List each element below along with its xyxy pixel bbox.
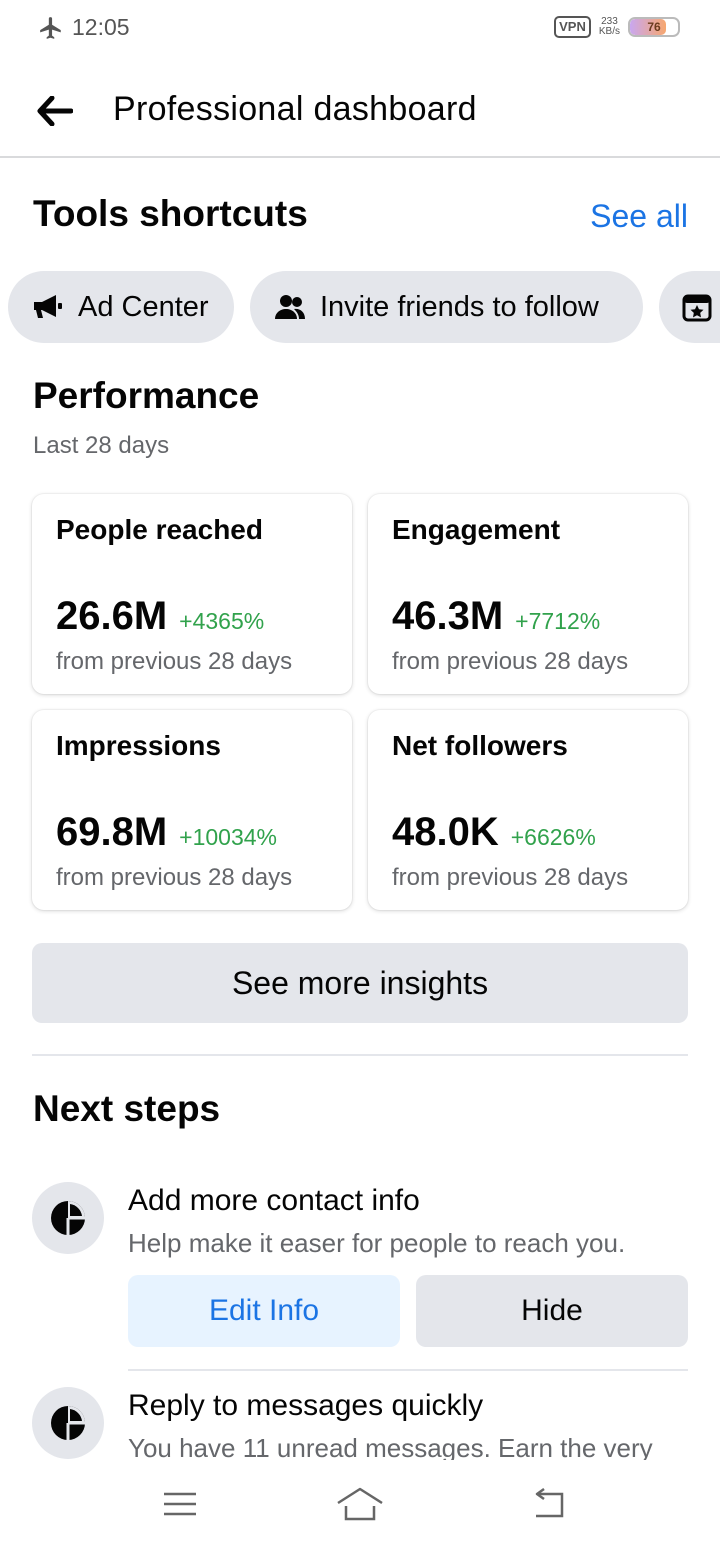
metric-card-net-followers[interactable]: Net followers 48.0K +6626% from previous…	[368, 710, 688, 910]
status-time: 12:05	[72, 14, 130, 40]
see-all-link[interactable]: See all	[590, 198, 688, 235]
menu-icon	[164, 1492, 196, 1516]
status-left: 12:05	[38, 14, 130, 41]
pie-chart-icon	[51, 1201, 85, 1235]
metric-change: +6626%	[510, 824, 596, 850]
next-steps-title: Next steps	[33, 1088, 221, 1129]
hide-button[interactable]: Hide	[416, 1275, 688, 1347]
back-nav-button[interactable]	[518, 1482, 578, 1526]
metric-comparison: from previous 28 days	[56, 648, 293, 675]
step-title: Reply to messages quickly	[128, 1389, 484, 1422]
metric-comparison: from previous 28 days	[392, 648, 629, 675]
metric-title: People reached	[56, 514, 263, 545]
metric-card-people-reached[interactable]: People reached 26.6M +4365% from previou…	[32, 494, 352, 694]
metric-comparison: from previous 28 days	[56, 864, 293, 891]
tools-shortcuts-title: Tools shortcuts	[33, 193, 308, 234]
battery-level: 76	[647, 20, 661, 34]
metric-card-engagement[interactable]: Engagement 46.3M +7712% from previous 28…	[368, 494, 688, 694]
metric-title: Impressions	[56, 730, 221, 761]
megaphone-icon	[34, 295, 62, 318]
events-chip[interactable]	[659, 271, 720, 343]
back-button[interactable]	[32, 88, 78, 134]
chip-label: Ad Center	[78, 290, 209, 323]
performance-title: Performance	[33, 375, 260, 416]
metric-change: +4365%	[179, 608, 265, 634]
arrow-left-icon	[37, 96, 73, 126]
menu-button[interactable]	[150, 1482, 210, 1526]
ad-center-chip[interactable]: Ad Center	[8, 271, 234, 343]
metric-change: +10034%	[179, 824, 278, 850]
metric-title: Engagement	[392, 514, 561, 545]
edit-info-button[interactable]: Edit Info	[128, 1275, 400, 1347]
system-nav-bar	[0, 1460, 720, 1544]
see-more-insights-button[interactable]: See more insights	[32, 943, 688, 1023]
airplane-icon	[40, 16, 61, 39]
performance-period: Last 28 days	[33, 432, 170, 459]
invite-friends-chip[interactable]: Invite friends to follow	[250, 271, 643, 343]
battery-icon: 76	[628, 17, 680, 37]
step-title: Add more contact info	[128, 1184, 420, 1217]
metric-value: 48.0K	[392, 810, 499, 854]
vpn-badge: VPN	[554, 16, 591, 38]
people-icon	[275, 295, 305, 319]
page-title: Professional dashboard	[113, 90, 477, 128]
metric-change: +7712%	[515, 608, 601, 634]
metric-value: 46.3M	[392, 594, 504, 638]
chip-label: Invite friends to follow	[320, 290, 599, 323]
calendar-star-icon	[682, 294, 712, 322]
app-header: Professional dashboard	[0, 60, 720, 158]
speed-unit: KB/s	[598, 26, 620, 37]
pie-chart-icon	[51, 1406, 85, 1440]
metric-title: Net followers	[392, 730, 568, 761]
step-icon-messages	[32, 1387, 104, 1459]
metric-comparison: from previous 28 days	[392, 864, 629, 891]
home-button[interactable]	[330, 1482, 390, 1526]
tools-chips: Ad Center Invite friends to follow	[8, 271, 720, 343]
status-bar: 12:05 VPN 233 KB/s 76	[0, 0, 720, 56]
step-description: Help make it easer for people to reach y…	[128, 1228, 626, 1258]
status-right: VPN 233 KB/s 76	[554, 16, 680, 38]
metric-value: 26.6M	[56, 594, 168, 638]
network-speed: 233 KB/s	[599, 17, 620, 37]
step-icon-contact	[32, 1182, 104, 1254]
back-icon	[535, 1488, 564, 1518]
home-icon	[337, 1487, 383, 1521]
metric-value: 69.8M	[56, 810, 168, 854]
step-divider	[128, 1369, 688, 1371]
metric-card-impressions[interactable]: Impressions 69.8M +10034% from previous …	[32, 710, 352, 910]
section-divider	[32, 1054, 688, 1056]
